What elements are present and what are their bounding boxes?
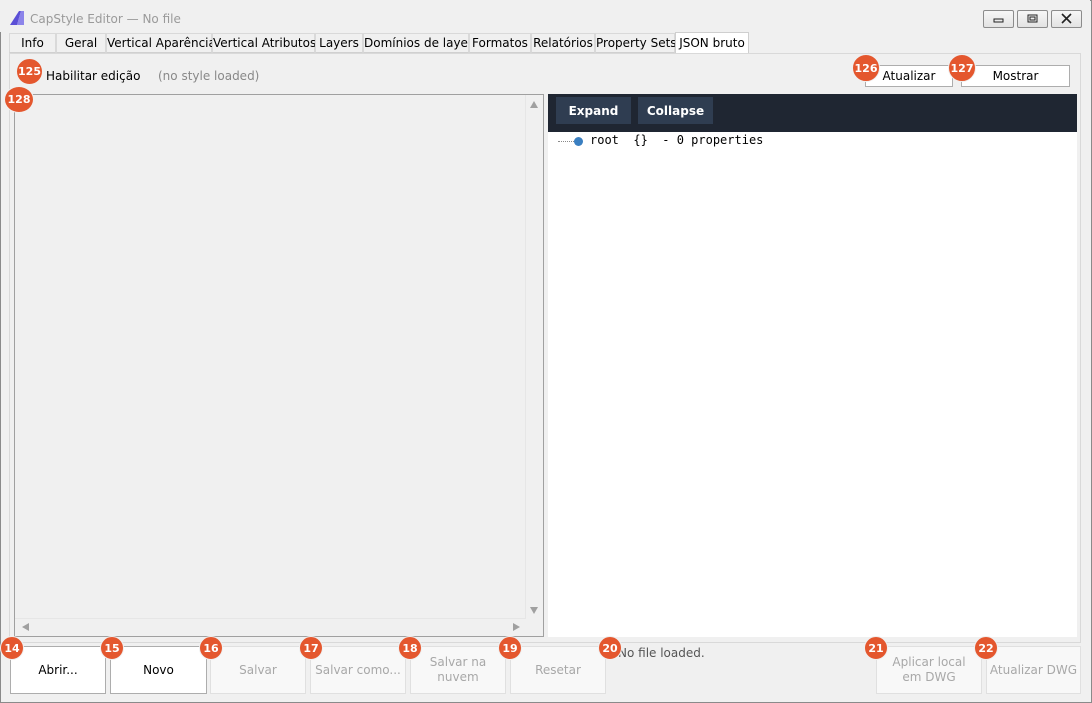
app-logo-icon [10, 11, 24, 25]
tree-connector [558, 141, 574, 142]
tree-node-icon[interactable] [574, 137, 583, 146]
badge-refresh: 126 [852, 54, 880, 82]
badge-open: 14 [0, 636, 24, 660]
tab-json-bruto[interactable]: JSON bruto [675, 32, 749, 53]
collapse-button[interactable]: Collapse [638, 97, 713, 124]
file-status-label: No file loaded. [618, 646, 705, 660]
tree-root-node[interactable]: root {} - 0 properties [590, 133, 763, 147]
badge-editor: 128 [4, 86, 34, 113]
minimize-button[interactable] [983, 10, 1014, 28]
scroll-up-icon[interactable] [530, 101, 538, 108]
badge-show: 127 [948, 54, 976, 82]
minimize-icon [993, 18, 1004, 23]
maximize-button[interactable] [1017, 10, 1048, 28]
badge-enable-edit: 125 [16, 58, 43, 85]
json-text-editor[interactable] [14, 94, 544, 637]
badge-update-dwg: 22 [974, 636, 998, 660]
maximize-icon [1027, 14, 1038, 23]
tab-formatos[interactable]: Formatos [469, 33, 531, 53]
window-title: CapStyle Editor — No file [30, 12, 181, 26]
badge-apply-dwg: 21 [864, 636, 888, 660]
scroll-down-icon[interactable] [530, 607, 538, 614]
enable-edit-checkbox[interactable]: Habilitar edição [46, 69, 140, 83]
badge-save-as: 17 [299, 636, 323, 660]
tab-layers[interactable]: Layers [315, 33, 363, 53]
save-cloud-button[interactable]: Salvar na nuvem [410, 646, 506, 694]
tab-property-sets[interactable]: Property Sets [595, 33, 677, 53]
badge-save-cloud: 18 [398, 636, 422, 660]
save-button[interactable]: Salvar [210, 646, 306, 694]
save-as-button[interactable]: Salvar como... [310, 646, 406, 694]
close-icon [1061, 13, 1072, 24]
tab-relatorios[interactable]: Relatórios [531, 33, 595, 53]
close-button[interactable] [1051, 10, 1082, 28]
vertical-scrollbar[interactable] [525, 95, 543, 620]
tab-dominios-de-layer[interactable]: Domínios de layer [363, 33, 473, 53]
open-button[interactable]: Abrir... [10, 646, 106, 694]
show-button[interactable]: Mostrar [961, 65, 1070, 87]
tab-vertical-atributos[interactable]: Vertical Atributos [212, 33, 316, 53]
tab-geral[interactable]: Geral [56, 33, 106, 53]
tab-vertical-aparencia[interactable]: Vertical Aparência [106, 33, 216, 53]
scroll-right-icon[interactable] [513, 623, 520, 631]
scroll-left-icon[interactable] [22, 623, 29, 631]
apply-dwg-button[interactable]: Aplicar local em DWG [876, 646, 982, 694]
badge-new: 15 [100, 636, 124, 660]
tab-bar: Info Geral Vertical Aparência Vertical A… [9, 32, 1081, 54]
badge-status: 20 [598, 636, 622, 660]
badge-save: 16 [199, 636, 223, 660]
update-dwg-button[interactable]: Atualizar DWG [986, 646, 1081, 694]
title-bar: CapStyle Editor — No file [0, 0, 1090, 32]
style-status-label: (no style loaded) [158, 69, 260, 83]
horizontal-scrollbar[interactable] [15, 618, 526, 636]
json-tree-viewer: Expand Collapse [548, 94, 1077, 637]
expand-button[interactable]: Expand [556, 97, 631, 124]
tab-info[interactable]: Info [9, 33, 56, 53]
viewer-toolbar: Expand Collapse [548, 94, 1077, 132]
reset-button[interactable]: Resetar [510, 646, 606, 694]
new-button[interactable]: Novo [110, 646, 207, 694]
badge-reset: 19 [498, 636, 522, 660]
